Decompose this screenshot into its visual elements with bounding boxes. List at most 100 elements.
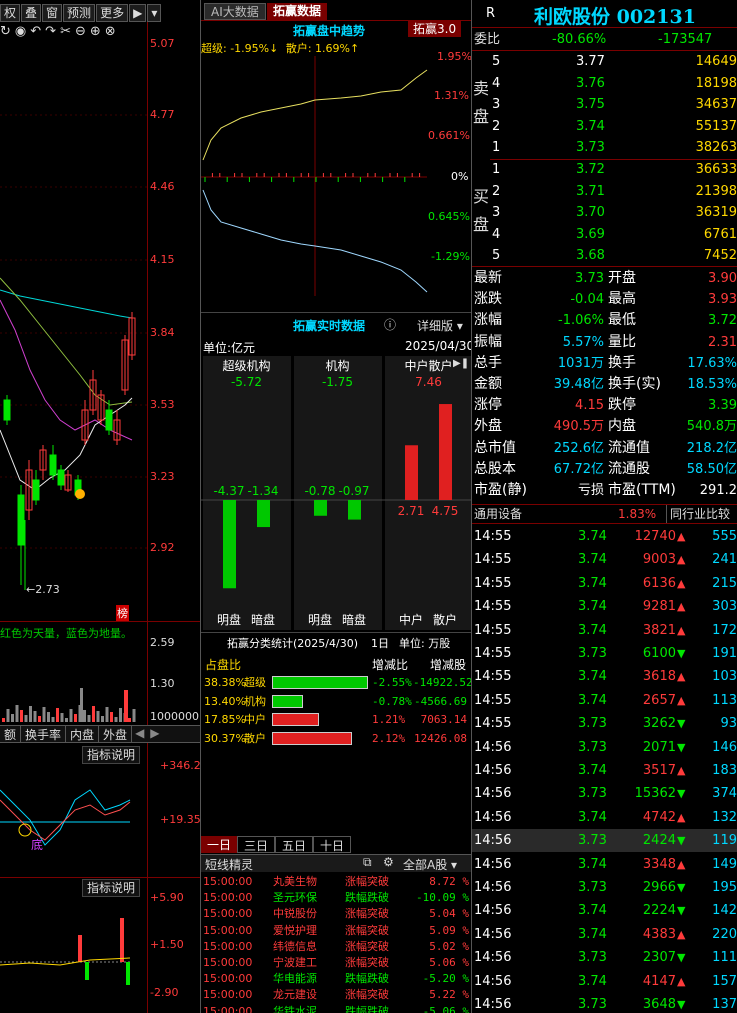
tick-row[interactable]: 14:55 3.73 6100 ▼ 191 — [472, 642, 737, 665]
volume-bar — [65, 718, 68, 722]
tab-turnover[interactable]: 换手率 — [21, 726, 67, 742]
buy-level[interactable]: 1 3.72 36633 — [472, 159, 737, 180]
short-event: 涨幅突破 — [345, 907, 389, 921]
tick-row[interactable]: 14:56 3.73 2071 ▼ 146 — [472, 736, 737, 759]
kline-panel: 权 叠 窗 预测 更多 ▶ ▾ ↻ ◉ ↶ ↷ ✂ ⊖ ⊕ ⊗ 5.07 4.7… — [0, 0, 200, 1013]
rank-badge[interactable]: 榜 — [116, 605, 129, 621]
short-stock[interactable]: 华电能源 — [273, 971, 317, 986]
short-row[interactable]: 15:00:00 圣元环保 跌幅跌破 -10.09 % — [201, 890, 471, 905]
quote-value: 3.39 — [708, 398, 737, 414]
sell-level[interactable]: 5 3.77 14649 — [472, 51, 737, 72]
tick-time: 14:55 — [474, 716, 512, 732]
tick-price: 3.74 — [578, 599, 607, 615]
tick-row[interactable]: 14:55 3.74 2657 ▲ 113 — [472, 689, 737, 712]
sell-level[interactable]: 4 3.76 18198 — [472, 73, 737, 94]
tick-row[interactable]: 14:56 3.73 2424 ▼ 119 — [472, 829, 737, 853]
sell-level[interactable]: 3 3.75 34637 — [472, 94, 737, 115]
short-row[interactable]: 15:00:00 华电能源 跌幅跌破 -5.20 % — [201, 971, 471, 986]
tick-row[interactable]: 14:56 3.74 3517 ▲ 183 — [472, 759, 737, 782]
tick-row[interactable]: 14:55 3.74 12740 ▲ 555 — [472, 525, 737, 548]
short-stock[interactable]: 中锐股份 — [273, 906, 317, 921]
tab-inner[interactable]: 内盘 — [66, 726, 100, 742]
tick-row[interactable]: 14:55 3.73 3262 ▼ 93 — [472, 712, 737, 735]
tab-1day[interactable]: 一日 — [201, 836, 238, 853]
tick-row[interactable]: 14:55 3.74 3618 ▲ 103 — [472, 665, 737, 688]
tab-amount[interactable]: 额 — [0, 726, 22, 742]
play-icon[interactable]: ▶❚ — [453, 358, 469, 369]
popout-icon[interactable]: ⧉ — [363, 855, 372, 870]
short-row[interactable]: 15:00:00 华铁水泥 跌幅跌破 -5.06 % — [201, 1004, 471, 1013]
short-stock[interactable]: 宁波建工 — [273, 955, 317, 970]
arrow-up-icon: ▲ — [677, 553, 686, 567]
short-time: 15:00:00 — [203, 956, 253, 969]
tick-volume: 6100 — [642, 646, 676, 661]
quote-row: 外盘 490.5万 内盘 540.8万 — [472, 416, 737, 437]
indicator-help-1[interactable]: 指标说明 — [82, 746, 141, 764]
tick-count: 374 — [712, 786, 737, 802]
short-stock[interactable]: 圣元环保 — [273, 890, 317, 905]
level-volume: 34637 — [695, 97, 737, 112]
arrow-up-icon: ▲ — [677, 857, 686, 871]
buy-level[interactable]: 2 3.71 21398 — [472, 181, 737, 202]
buy-level[interactable]: 4 3.69 6761 — [472, 224, 737, 245]
kline-chart[interactable] — [0, 0, 200, 1013]
short-row[interactable]: 15:00:00 宁波建工 涨幅突破 5.06 % — [201, 955, 471, 970]
tick-count: 157 — [712, 973, 737, 989]
tick-row[interactable]: 14:56 3.73 15362 ▼ 374 — [472, 782, 737, 805]
tick-row[interactable]: 14:56 3.74 4383 ▲ 220 — [472, 923, 737, 946]
tick-volume: 4742 — [642, 809, 676, 825]
sell-level[interactable]: 2 3.74 55137 — [472, 116, 737, 137]
buy-level[interactable]: 3 3.70 36319 — [472, 202, 737, 223]
short-row[interactable]: 15:00:00 龙元建设 涨幅突破 5.22 % — [201, 987, 471, 1002]
tick-count: 172 — [712, 622, 737, 638]
tab-outer[interactable]: 外盘 — [99, 726, 133, 742]
arrow-right-icon[interactable]: ▶ — [147, 726, 162, 742]
tick-row[interactable]: 14:56 3.73 3648 ▼ 137 — [472, 993, 737, 1013]
arrow-left-icon[interactable]: ◀ — [132, 726, 147, 742]
column-title: 机构 — [325, 359, 350, 373]
tick-row[interactable]: 14:56 3.73 2966 ▼ 195 — [472, 876, 737, 899]
tick-row[interactable]: 14:55 3.74 9281 ▲ 303 — [472, 595, 737, 618]
volume-bar — [96, 711, 100, 722]
quote-value: 18.53% — [687, 377, 737, 392]
tick-row[interactable]: 14:56 3.74 4147 ▲ 157 — [472, 970, 737, 993]
short-stock[interactable]: 龙元建设 — [273, 987, 317, 1002]
tick-volume: 4147 — [642, 973, 676, 989]
indicator-help-2[interactable]: 指标说明 — [82, 879, 141, 897]
short-stock[interactable]: 纬德信息 — [273, 939, 317, 954]
level-price: 3.71 — [576, 183, 605, 199]
short-stock[interactable]: 丸美生物 — [273, 874, 317, 889]
tick-volume: 12740 — [634, 529, 676, 544]
buy-level[interactable]: 5 3.68 7452 — [472, 245, 737, 266]
flow-bar — [257, 500, 270, 528]
gear-icon[interactable]: ⚙ — [383, 855, 394, 869]
arrow-down-icon: ▼ — [677, 881, 686, 894]
quote-value: 218.2亿 — [686, 440, 737, 456]
industry-compare-button[interactable]: 同行业比较 — [666, 505, 733, 523]
tab-3day[interactable]: 三日 — [237, 836, 276, 853]
tab-10day[interactable]: 十日 — [313, 836, 352, 853]
tick-row[interactable]: 14:56 3.73 2307 ▼ 111 — [472, 946, 737, 969]
tick-row[interactable]: 14:56 3.74 3348 ▲ 149 — [472, 853, 737, 876]
tick-row[interactable]: 14:55 3.74 6136 ▲ 215 — [472, 572, 737, 595]
short-row[interactable]: 15:00:00 中锐股份 涨幅突破 5.04 % — [201, 906, 471, 921]
short-row[interactable]: 15:00:00 纬德信息 涨幅突破 5.02 % — [201, 939, 471, 954]
short-row[interactable]: 15:00:00 爱悦护理 涨幅突破 5.09 % — [201, 923, 471, 938]
short-stock[interactable]: 爱悦护理 — [273, 923, 317, 938]
short-stock[interactable]: 华铁水泥 — [273, 1004, 317, 1013]
tick-volume: 3618 — [642, 669, 676, 685]
level-price: 3.70 — [576, 205, 605, 220]
stats-ratio: 1.21% — [372, 713, 406, 726]
level-num: 2 — [492, 118, 501, 134]
volume-bar — [80, 688, 83, 722]
short-row[interactable]: 15:00:00 丸美生物 涨幅突破 8.72 % — [201, 874, 471, 889]
tick-row[interactable]: 14:56 3.74 4742 ▲ 132 — [472, 806, 737, 829]
stats-day[interactable]: 1日 — [371, 635, 389, 651]
sell-level[interactable]: 1 3.73 38263 — [472, 137, 737, 158]
market-filter[interactable]: 全部A股 ▾ — [403, 856, 457, 873]
tick-row[interactable]: 14:55 3.74 3821 ▲ 172 — [472, 619, 737, 642]
quote-label: 换手 — [608, 354, 636, 371]
tick-row[interactable]: 14:56 3.74 2224 ▼ 142 — [472, 899, 737, 922]
tick-row[interactable]: 14:55 3.74 9003 ▲ 241 — [472, 548, 737, 571]
tab-5day[interactable]: 五日 — [275, 836, 314, 853]
